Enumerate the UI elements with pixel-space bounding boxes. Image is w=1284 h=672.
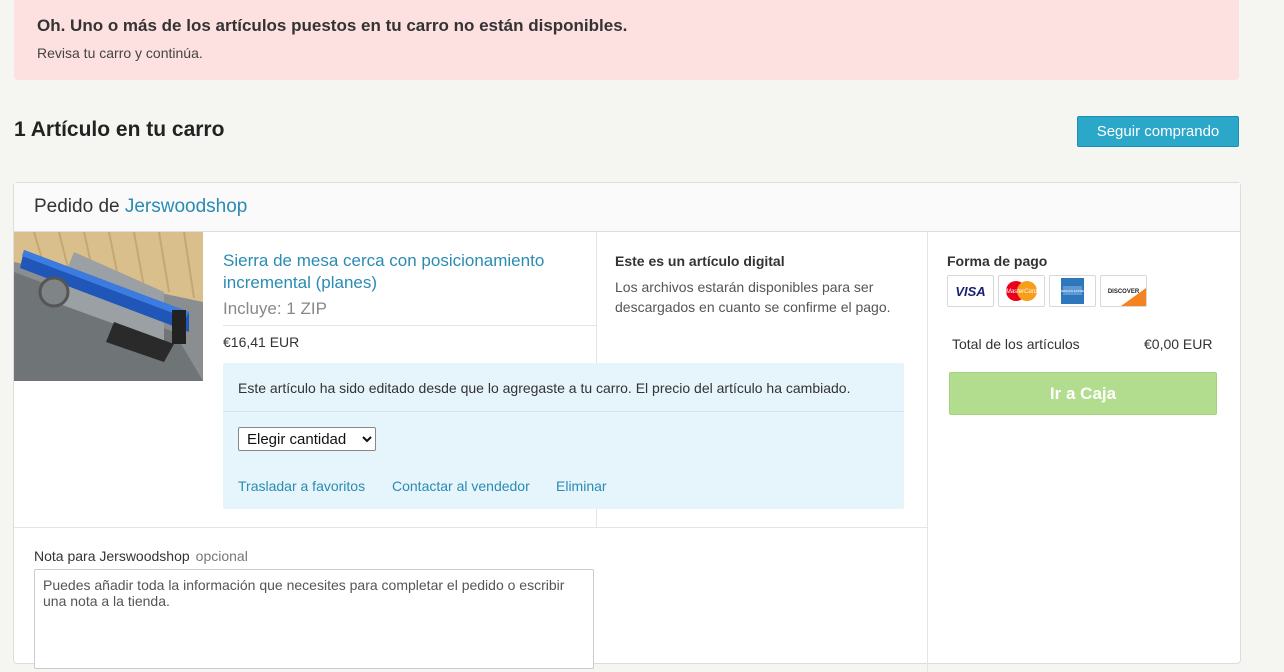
seller-note-textarea[interactable]	[34, 569, 594, 669]
note-label: Nota para Jerswoodshop opcional	[34, 548, 248, 564]
discover-icon: DISCOVER	[1100, 275, 1147, 307]
items-total-label: Total de los artículos	[952, 336, 1080, 352]
item-price: €16,41 EUR	[223, 334, 300, 350]
svg-text:AMERICAN EXPRESS: AMERICAN EXPRESS	[1057, 289, 1088, 293]
item-title-link[interactable]: Sierra de mesa cerca con posicionamiento…	[223, 250, 578, 294]
checkout-button[interactable]: Ir a Caja	[949, 372, 1217, 415]
payment-method-title: Forma de pago	[947, 253, 1048, 269]
notice-divider	[223, 411, 904, 412]
digital-item-description: Los archivos estarán disponibles para se…	[615, 279, 891, 315]
item-includes: Incluye: 1 ZIP	[223, 299, 327, 318]
quantity-select[interactable]: Elegir cantidad	[238, 427, 376, 451]
order-prefix: Pedido de	[34, 196, 120, 217]
order-card: Pedido de Jerswoodshop Sierra de mesa ce	[13, 182, 1241, 672]
visa-icon: VISA	[947, 275, 994, 307]
item-divider	[14, 527, 927, 528]
svg-text:VISA: VISA	[955, 284, 985, 299]
cart-heading: 1 Artículo en tu carro	[14, 118, 225, 141]
item-changed-text: Este artículo ha sido editado desde que …	[238, 380, 851, 396]
item-changed-notice: Este artículo ha sido editado desde que …	[223, 363, 904, 509]
mastercard-icon: MasterCard	[998, 275, 1045, 307]
shop-name-link[interactable]: Jerswoodshop	[125, 196, 248, 217]
amex-icon: AMERICAN EXPRESS	[1049, 275, 1096, 307]
svg-text:DISCOVER: DISCOVER	[1108, 289, 1140, 295]
order-title: Pedido de Jerswoodshop	[34, 196, 247, 218]
svg-text:MasterCard: MasterCard	[1006, 289, 1038, 295]
keep-shopping-button[interactable]: Seguir comprando	[1077, 116, 1239, 147]
contact-seller-link[interactable]: Contactar al vendedor	[392, 478, 530, 494]
alert-subtitle: Revisa tu carro y continúa.	[37, 45, 203, 61]
price-divider	[223, 325, 596, 326]
remove-item-link[interactable]: Eliminar	[556, 478, 607, 494]
alert-title: Oh. Uno o más de los artículos puestos e…	[37, 16, 628, 35]
digital-item-title: Este es un artículo digital	[615, 253, 785, 269]
move-to-favorites-link[interactable]: Trasladar a favoritos	[238, 478, 365, 494]
item-thumbnail[interactable]	[14, 232, 203, 381]
unavailable-items-alert: Oh. Uno o más de los artículos puestos e…	[14, 0, 1239, 80]
items-total-value: €0,00 EUR	[1144, 336, 1213, 352]
column-divider	[927, 232, 928, 672]
order-header: Pedido de Jerswoodshop	[14, 183, 1240, 232]
note-optional-hint: opcional	[195, 548, 248, 564]
note-label-text: Nota para Jerswoodshop	[34, 548, 190, 564]
